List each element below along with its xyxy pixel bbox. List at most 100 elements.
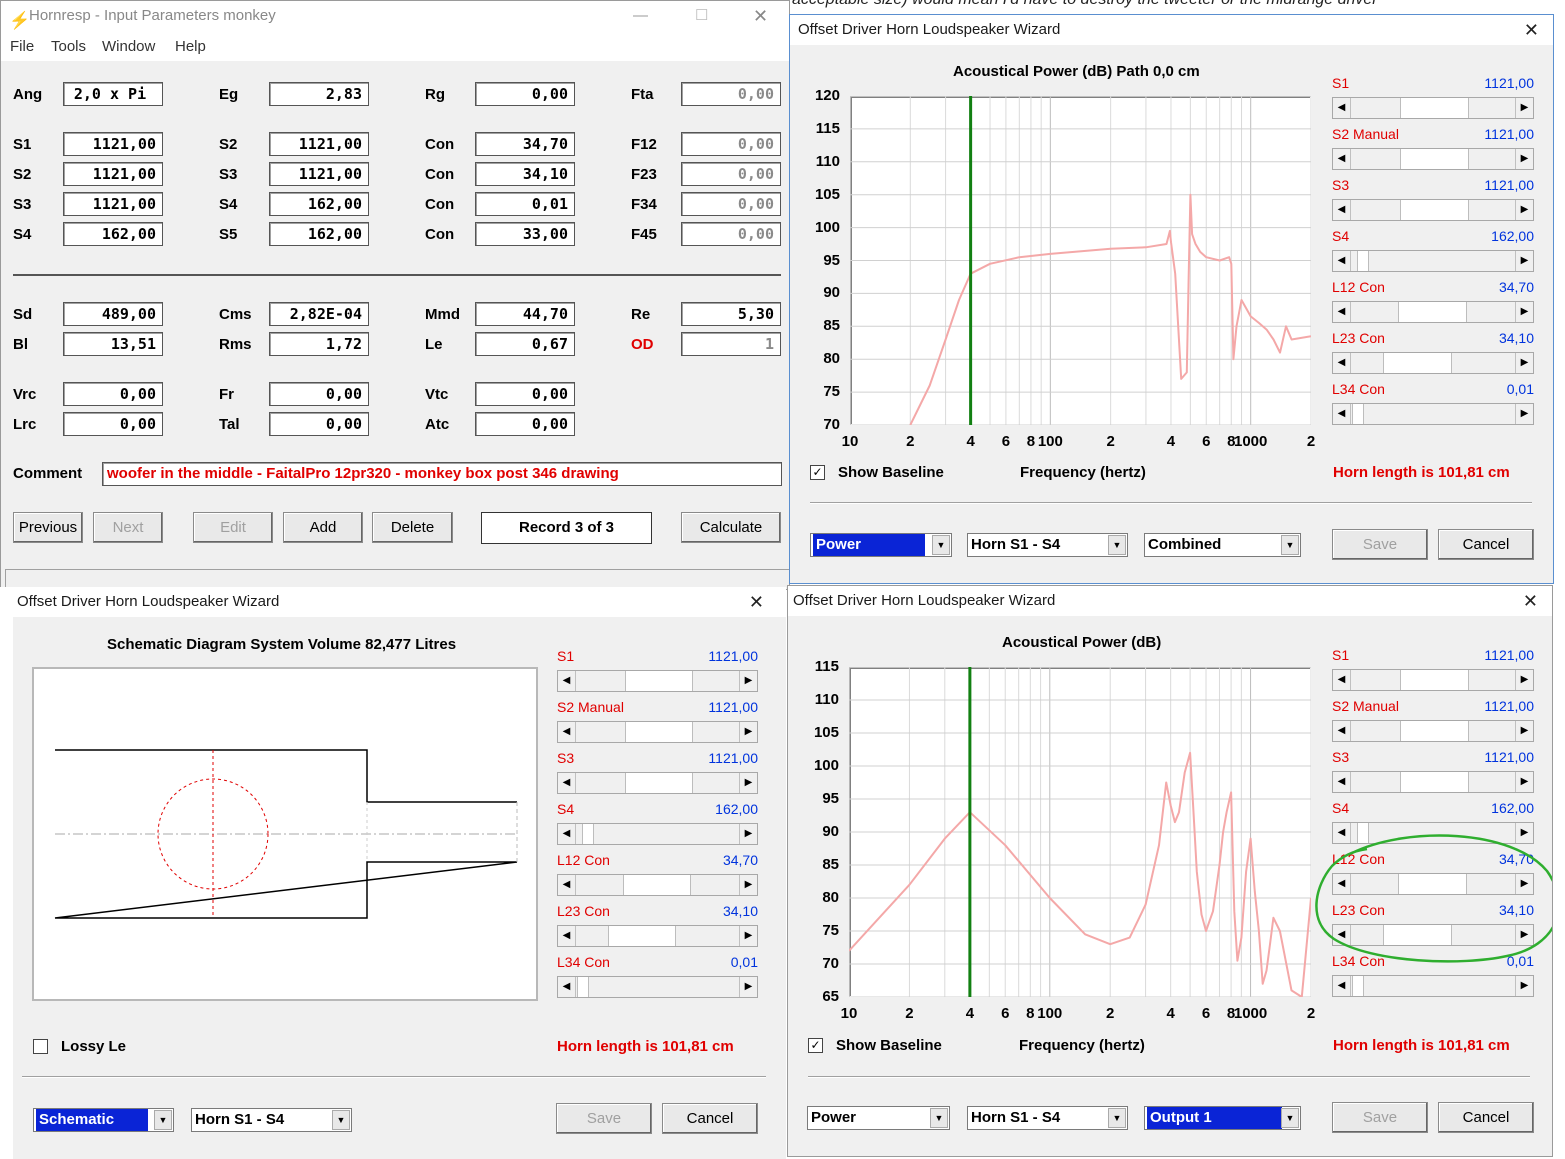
param-field[interactable]: 0,00 (269, 382, 369, 406)
close-icon[interactable]: ✕ (1523, 586, 1538, 616)
show-baseline-checkbox[interactable]: ✓ (810, 465, 825, 480)
cancel-button[interactable]: Cancel (662, 1103, 758, 1134)
param-field[interactable]: 1121,00 (63, 162, 163, 186)
slider-thumb[interactable] (1400, 772, 1469, 792)
slider-scrollbar[interactable]: ◀ ▶ (1332, 97, 1534, 119)
arrow-right-icon[interactable]: ▶ (1515, 670, 1533, 690)
slider-scrollbar[interactable]: ◀ ▶ (557, 874, 758, 896)
slider-scrollbar[interactable]: ◀ ▶ (1332, 250, 1534, 272)
lossy-le-checkbox[interactable] (33, 1039, 48, 1054)
param-field[interactable]: 162,00 (63, 222, 163, 246)
arrow-right-icon[interactable]: ▶ (1515, 98, 1533, 118)
param-field[interactable]: 1121,00 (63, 132, 163, 156)
maximize-icon[interactable]: ☐ (695, 1, 708, 31)
slider-thumb[interactable] (1383, 353, 1452, 373)
horn-combo[interactable]: Horn S1 - S4 ▼ (191, 1108, 352, 1132)
param-field[interactable]: 0,00 (475, 382, 575, 406)
arrow-right-icon[interactable]: ▶ (1515, 976, 1533, 996)
arrow-right-icon[interactable]: ▶ (1515, 353, 1533, 373)
arrow-right-icon[interactable]: ▶ (1515, 149, 1533, 169)
arrow-left-icon[interactable]: ◀ (558, 977, 576, 997)
param-field[interactable]: 2,83 (269, 82, 369, 106)
slider-thumb[interactable] (1400, 200, 1469, 220)
param-field[interactable]: 1,72 (269, 332, 369, 356)
arrow-left-icon[interactable]: ◀ (1333, 670, 1351, 690)
slider-thumb[interactable] (1400, 670, 1469, 690)
param-field[interactable]: 0,01 (475, 192, 575, 216)
arrow-left-icon[interactable]: ◀ (1333, 302, 1351, 322)
param-field[interactable]: 489,00 (63, 302, 163, 326)
arrow-right-icon[interactable]: ▶ (739, 824, 757, 844)
slider-scrollbar[interactable]: ◀ ▶ (1332, 669, 1534, 691)
slider-scrollbar[interactable]: ◀ ▶ (1332, 148, 1534, 170)
comment-field[interactable]: woofer in the middle - FaitalPro 12pr320… (102, 462, 782, 486)
arrow-left-icon[interactable]: ◀ (558, 671, 576, 691)
minimize-icon[interactable]: — (633, 1, 648, 31)
arrow-left-icon[interactable]: ◀ (1333, 251, 1351, 271)
arrow-left-icon[interactable]: ◀ (1333, 404, 1351, 424)
slider-scrollbar[interactable]: ◀ ▶ (557, 772, 758, 794)
param-field[interactable]: 34,70 (475, 132, 575, 156)
close-icon[interactable]: ✕ (1524, 15, 1539, 45)
slider-scrollbar[interactable]: ◀ ▶ (1332, 199, 1534, 221)
arrow-right-icon[interactable]: ▶ (1515, 200, 1533, 220)
slider-scrollbar[interactable]: ◀ ▶ (557, 823, 758, 845)
arrow-left-icon[interactable]: ◀ (558, 875, 576, 895)
param-field[interactable]: 162,00 (269, 192, 369, 216)
arrow-right-icon[interactable]: ▶ (739, 977, 757, 997)
save-button[interactable]: Save (1332, 529, 1428, 560)
slider-scrollbar[interactable]: ◀ ▶ (557, 721, 758, 743)
edit-button[interactable]: Edit (193, 512, 273, 543)
arrow-right-icon[interactable]: ▶ (1515, 721, 1533, 741)
param-field[interactable]: 0,00 (63, 382, 163, 406)
slider-scrollbar[interactable]: ◀ ▶ (1332, 720, 1534, 742)
add-button[interactable]: Add (283, 512, 363, 543)
param-field[interactable]: 0,00 (681, 162, 781, 186)
slider-scrollbar[interactable]: ◀ ▶ (1332, 403, 1534, 425)
param-field[interactable]: 0,00 (681, 82, 781, 106)
arrow-left-icon[interactable]: ◀ (1333, 98, 1351, 118)
slider-thumb[interactable] (1400, 721, 1469, 741)
arrow-right-icon[interactable]: ▶ (739, 722, 757, 742)
arrow-right-icon[interactable]: ▶ (1515, 404, 1533, 424)
slider-thumb[interactable] (1400, 98, 1469, 118)
slider-scrollbar[interactable]: ◀ ▶ (557, 976, 758, 998)
param-field[interactable]: 0,00 (681, 222, 781, 246)
next-button[interactable]: Next (93, 512, 163, 543)
param-field[interactable]: 1 (681, 332, 781, 356)
slider-thumb[interactable] (1400, 149, 1469, 169)
param-field[interactable]: 2,0 x Pi (63, 82, 163, 106)
param-field[interactable]: 0,00 (269, 412, 369, 436)
param-field[interactable]: 0,00 (681, 192, 781, 216)
param-field[interactable]: 1121,00 (269, 132, 369, 156)
param-field[interactable]: 33,00 (475, 222, 575, 246)
slider-scrollbar[interactable]: ◀ ▶ (557, 670, 758, 692)
param-field[interactable]: 0,00 (475, 412, 575, 436)
save-button[interactable]: Save (556, 1103, 652, 1134)
slider-thumb[interactable] (1357, 251, 1369, 271)
slider-thumb[interactable] (1352, 404, 1364, 424)
mode-combo[interactable]: Schematic ▼ (33, 1108, 174, 1132)
arrow-right-icon[interactable]: ▶ (739, 773, 757, 793)
delete-button[interactable]: Delete (372, 512, 453, 543)
arrow-left-icon[interactable]: ◀ (558, 824, 576, 844)
slider-thumb[interactable] (625, 722, 693, 742)
slider-scrollbar[interactable]: ◀ ▶ (1332, 771, 1534, 793)
param-field[interactable]: 13,51 (63, 332, 163, 356)
arrow-right-icon[interactable]: ▶ (739, 875, 757, 895)
previous-button[interactable]: Previous (13, 512, 83, 543)
param-field[interactable]: 34,10 (475, 162, 575, 186)
param-field[interactable]: 2,82E-04 (269, 302, 369, 326)
slider-thumb[interactable] (582, 824, 594, 844)
mode-combo[interactable]: Power ▼ (810, 533, 952, 557)
save-button[interactable]: Save (1332, 1102, 1428, 1133)
slider-scrollbar[interactable]: ◀ ▶ (1332, 975, 1534, 997)
param-field[interactable]: 5,30 (681, 302, 781, 326)
cancel-button[interactable]: Cancel (1438, 529, 1534, 560)
arrow-left-icon[interactable]: ◀ (558, 926, 576, 946)
slider-scrollbar[interactable]: ◀ ▶ (1332, 352, 1534, 374)
output-combo[interactable]: Output 1 ▼ (1144, 1106, 1301, 1130)
slider-thumb[interactable] (625, 773, 693, 793)
param-field[interactable]: 1121,00 (269, 162, 369, 186)
arrow-right-icon[interactable]: ▶ (1515, 251, 1533, 271)
